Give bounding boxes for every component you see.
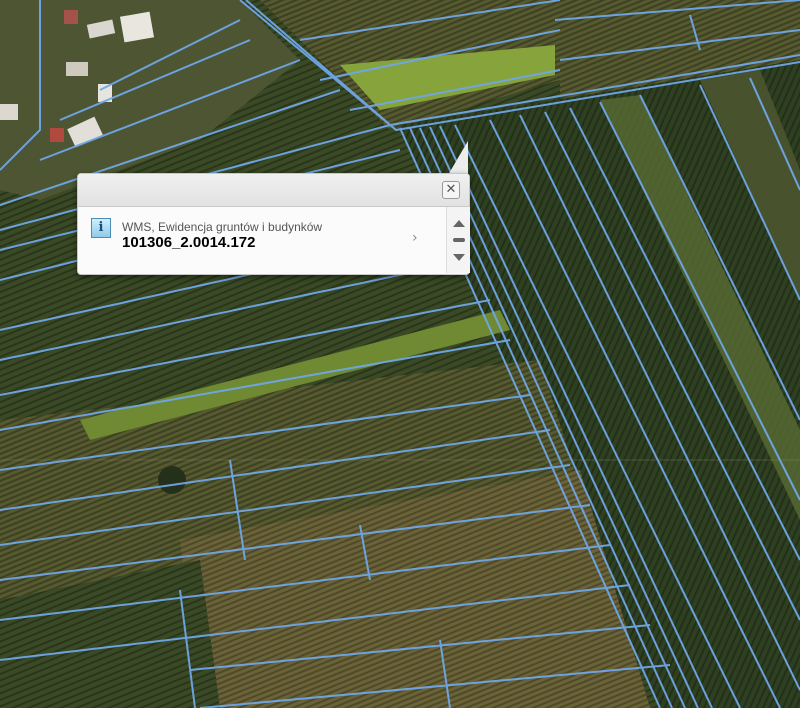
- layer-name: WMS, Ewidencja gruntów i budynków: [122, 220, 323, 234]
- building: [50, 128, 64, 142]
- building: [119, 11, 155, 43]
- scroll-up-icon[interactable]: [453, 220, 465, 227]
- info-icon: i: [91, 218, 111, 238]
- close-button[interactable]: ✕: [442, 181, 460, 199]
- popup-scroll: [446, 207, 470, 273]
- chevron-right-icon[interactable]: ›: [412, 231, 424, 245]
- identify-popup: ✕ i WMS, Ewidencja gruntów i budynków 10…: [77, 173, 470, 275]
- feature-id: 101306_2.0014.172: [122, 234, 256, 251]
- building: [64, 10, 78, 24]
- popup-header: ✕: [78, 174, 469, 207]
- building: [0, 104, 18, 120]
- scroll-thumb[interactable]: [453, 238, 465, 242]
- popup-pointer: [448, 141, 468, 175]
- tree-cluster: [158, 466, 186, 494]
- scroll-down-icon[interactable]: [453, 254, 465, 261]
- map-canvas[interactable]: [0, 0, 800, 708]
- building: [66, 62, 88, 76]
